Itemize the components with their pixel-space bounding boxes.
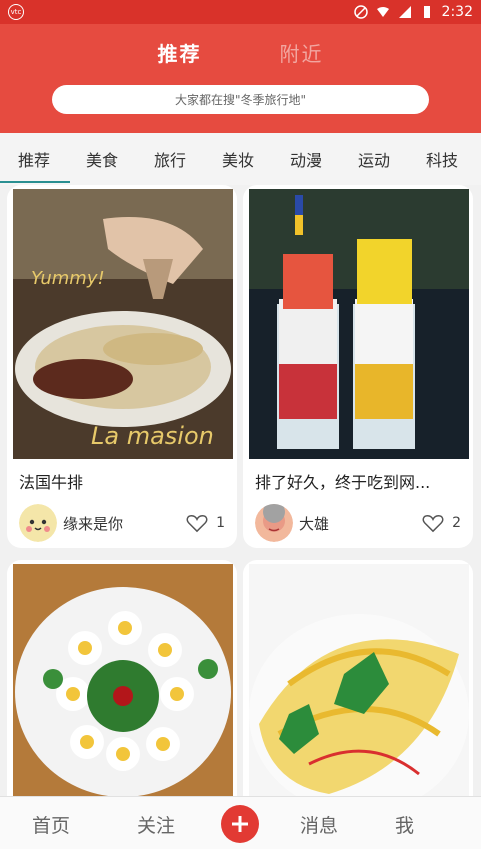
feed[interactable]: Yummy! La masion 法国牛排 缘来是你 1 排了好久，终于吃到网.…	[0, 185, 481, 796]
heart-icon	[422, 514, 444, 533]
heart-icon	[186, 514, 208, 533]
card-meta: 大雄 2	[255, 504, 461, 542]
plus-icon	[232, 816, 248, 832]
author-name[interactable]: 缘来是你	[63, 513, 123, 534]
tab-recommend[interactable]: 推荐	[158, 38, 202, 67]
author-name[interactable]: 大雄	[299, 513, 329, 534]
feed-card-fruit-drink[interactable]: 排了好久，终于吃到网... 大雄 2	[243, 185, 473, 548]
search-placeholder: 大家都在搜"冬季旅行地"	[174, 93, 307, 107]
feed-card-steak[interactable]: Yummy! La masion 法国牛排 缘来是你 1	[7, 185, 237, 548]
boy-avatar-icon	[255, 504, 293, 542]
search-bar[interactable]: 大家都在搜"冬季旅行地"	[52, 85, 429, 114]
category-list: 推荐 美食 旅行 美妆 动漫 运动 科技	[0, 133, 476, 185]
la-masion-watermark: La masion	[91, 422, 214, 450]
clock: 2:32	[441, 4, 473, 20]
nav-home[interactable]: 首页	[32, 811, 70, 838]
feed-card-eggs[interactable]	[7, 560, 237, 796]
like-button[interactable]: 2	[422, 513, 461, 533]
signal-icon	[398, 6, 411, 18]
card-meta: 缘来是你 1	[19, 504, 225, 542]
battery-icon	[423, 6, 430, 18]
fruit-drink-photo[interactable]	[249, 189, 469, 459]
category-tab-makeup[interactable]: 美妆	[204, 147, 272, 171]
pikachu-avatar-icon	[19, 504, 57, 542]
yummy-watermark: Yummy!	[31, 268, 105, 289]
tab-nearby[interactable]: 附近	[280, 38, 324, 67]
category-tab-tech[interactable]: 科技	[408, 147, 476, 171]
card-title[interactable]: 法国牛排	[19, 469, 83, 493]
eggs-photo[interactable]	[13, 564, 233, 796]
author-avatar[interactable]	[255, 504, 293, 542]
category-tab-recommend[interactable]: 推荐	[0, 147, 68, 171]
nav-follow[interactable]: 关注	[137, 811, 175, 838]
add-post-button[interactable]	[221, 805, 259, 843]
top-tabs: 推荐 附近	[0, 38, 481, 67]
header: 推荐 附近 大家都在搜"冬季旅行地"	[0, 24, 481, 133]
category-tab-anime[interactable]: 动漫	[272, 147, 340, 171]
status-icons: 2:32	[353, 4, 473, 20]
like-count: 2	[452, 515, 461, 531]
feed-card-salad[interactable]	[243, 560, 473, 796]
nav-me[interactable]: 我	[395, 811, 414, 838]
like-count: 1	[216, 515, 225, 531]
nav-messages[interactable]: 消息	[300, 811, 338, 838]
category-tab-travel[interactable]: 旅行	[136, 147, 204, 171]
like-button[interactable]: 1	[186, 513, 225, 533]
bottom-nav: 首页 关注 消息 我	[0, 796, 481, 849]
status-bar: vtc 2:32	[0, 0, 481, 24]
category-active-indicator	[0, 181, 70, 183]
category-tab-sports[interactable]: 运动	[340, 147, 408, 171]
category-tab-food[interactable]: 美食	[68, 147, 136, 171]
wifi-icon	[376, 7, 389, 17]
app-notification-icon: vtc	[8, 4, 24, 20]
steak-photo[interactable]: Yummy! La masion	[13, 189, 233, 459]
potato-salad-photo[interactable]	[249, 564, 469, 796]
do-not-disturb-icon	[353, 5, 368, 19]
author-avatar[interactable]	[19, 504, 57, 542]
card-title[interactable]: 排了好久，终于吃到网...	[255, 469, 430, 493]
category-bar: 推荐 美食 旅行 美妆 动漫 运动 科技	[0, 133, 481, 185]
